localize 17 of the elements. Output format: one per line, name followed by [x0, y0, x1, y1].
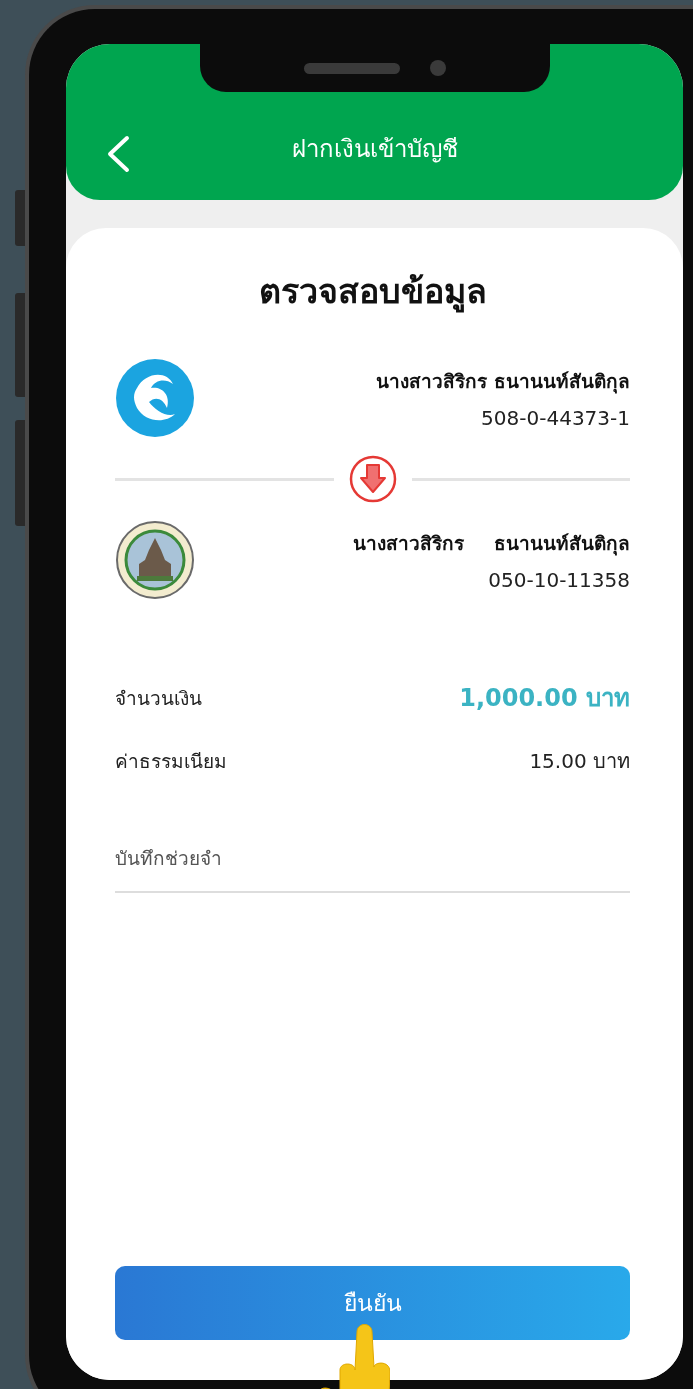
- detail-label: ค่าธรรมเนียม: [115, 749, 227, 774]
- page-title: ฝากเงินเข้าบัญชี: [290, 134, 459, 165]
- detail-value: 15.00 บาท: [529, 748, 630, 775]
- seal-logo-icon: [115, 520, 195, 600]
- confirm-button[interactable]: ยืนยัน: [115, 1266, 630, 1340]
- down-arrow-circle-icon: [347, 454, 398, 504]
- detail-label: จำนวนเงิน: [115, 685, 202, 711]
- detail-value: 1,000.00 บาท: [459, 683, 630, 714]
- sender-account-number: 508-0-44373-1: [481, 406, 630, 430]
- memo-field[interactable]: บันทึกช่วยจำ: [115, 837, 630, 893]
- section-heading: ตรวจสอบข้อมูล: [257, 270, 488, 315]
- bird-logo-icon: [115, 358, 195, 438]
- sender-name: นางสาวสิริกร ธนานนท์สันติกุล: [376, 369, 630, 396]
- recipient-account-number: 050-10-11358: [488, 568, 630, 592]
- recipient-name: นางสาวสิริกร: [353, 531, 464, 556]
- back-chevron-icon: [106, 135, 130, 173]
- recipient-name: ธนานนท์สันติกุล: [494, 531, 630, 558]
